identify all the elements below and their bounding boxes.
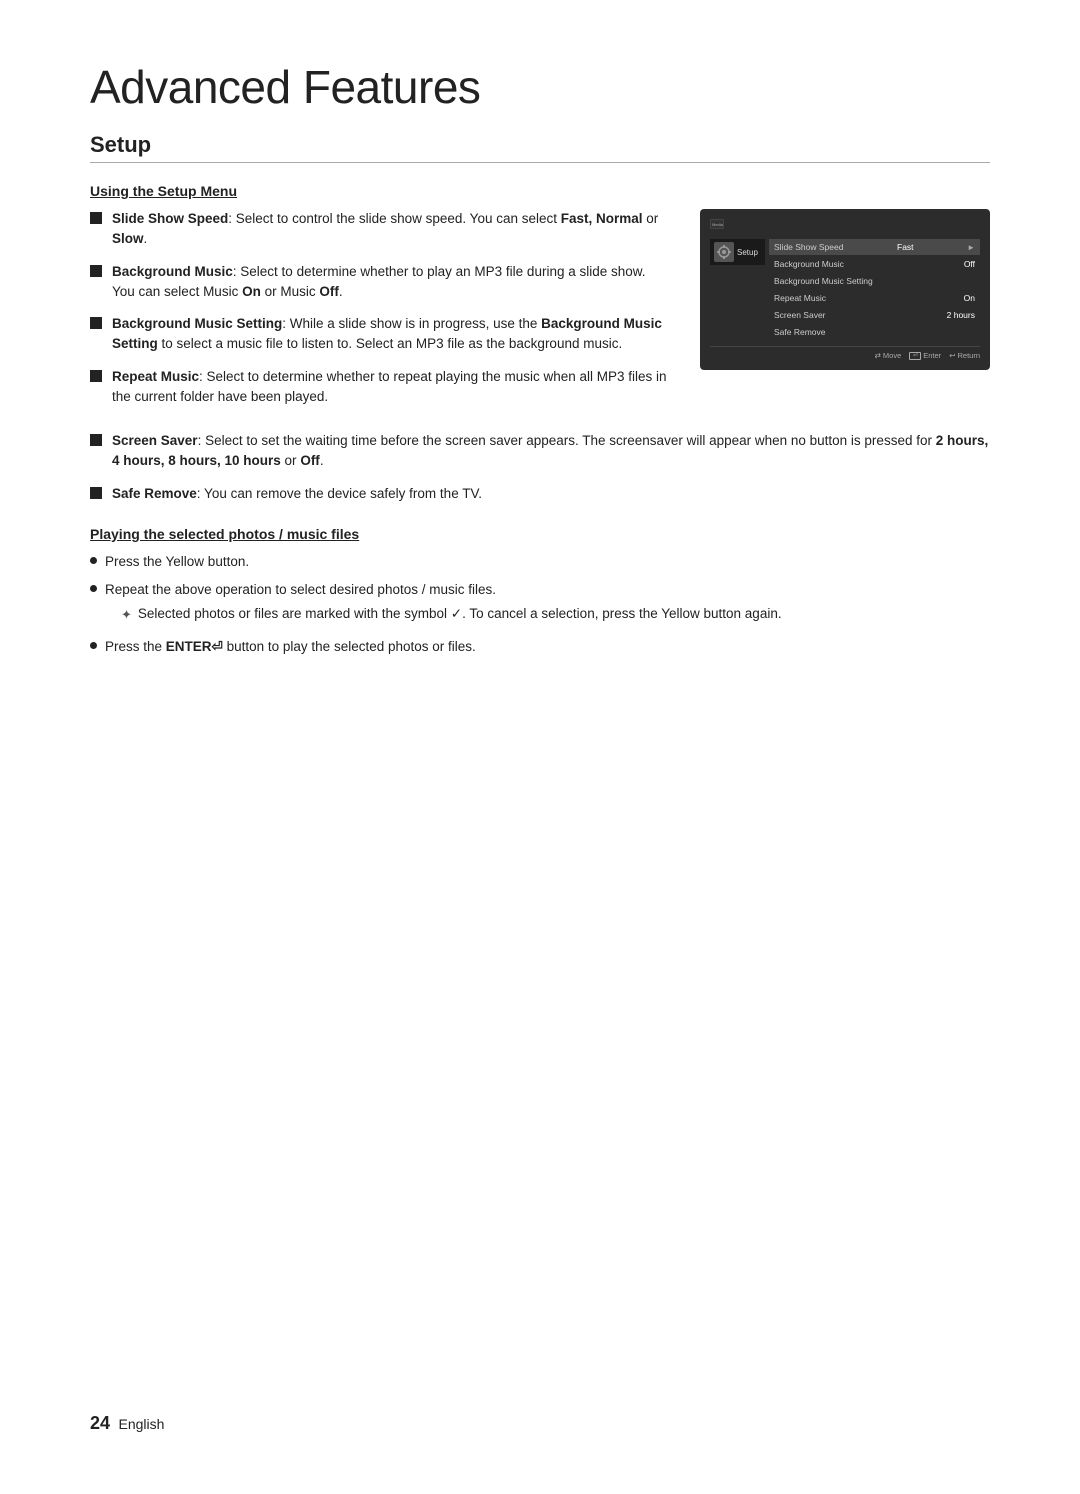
square-bullet <box>90 487 102 499</box>
dot-item-press-enter: Press the ENTER⏎ button to play the sele… <box>90 637 990 657</box>
tv-row-label: Slide Show Speed <box>774 242 843 252</box>
tv-content-area: Setup Slide Show Speed Fast ► Background… <box>710 239 980 341</box>
tv-sidebar-label: Setup <box>737 248 758 257</box>
tv-row-value: 2 hours <box>947 310 975 320</box>
tv-row-value: Off <box>964 259 975 269</box>
tv-main-content: Slide Show Speed Fast ► Background Music… <box>769 239 980 341</box>
tv-row-bg-music: Background Music Off <box>769 256 980 272</box>
tv-row-repeat-music: Repeat Music On <box>769 290 980 306</box>
page-footer: 24 English <box>90 1413 164 1434</box>
list-item-background-music-setting: Background Music Setting: While a slide … <box>90 314 670 355</box>
dot-item-press-yellow: Press the Yellow button. <box>90 552 990 572</box>
tv-footer: ⇄ Move ⏎ Enter ↩ Return <box>710 346 980 360</box>
tv-row-slide-show: Slide Show Speed Fast ► <box>769 239 980 255</box>
square-bullet <box>90 265 102 277</box>
note-line: ✦ Selected photos or files are marked wi… <box>121 604 782 625</box>
page-title: Advanced Features <box>90 60 990 114</box>
dot-text: Press the ENTER⏎ button to play the sele… <box>105 637 476 657</box>
section-heading: Setup <box>90 132 990 163</box>
tv-sidebar-item: Setup <box>710 239 765 265</box>
setup-bullet-list: Slide Show Speed: Select to control the … <box>90 209 670 407</box>
tv-footer-move: ⇄ Move <box>875 351 902 360</box>
page-language: English <box>118 1416 164 1432</box>
tv-footer-return: ↩ Return <box>949 351 980 360</box>
tv-row-label: Screen Saver <box>774 310 826 320</box>
square-bullet <box>90 370 102 382</box>
square-bullet <box>90 317 102 329</box>
tv-header: Media <box>710 219 980 233</box>
svg-text:Media: Media <box>712 222 724 227</box>
list-item-safe-remove: Safe Remove: You can remove the device s… <box>90 484 990 504</box>
tv-row-value: Fast <box>897 242 914 252</box>
return-icon: ↩ <box>949 351 955 360</box>
bullet-text: Safe Remove: You can remove the device s… <box>112 484 990 504</box>
dot-bullet <box>90 557 97 564</box>
dot-bullet <box>90 585 97 592</box>
bullet-text: Screen Saver: Select to set the waiting … <box>112 431 990 472</box>
tv-row-label: Background Music <box>774 259 844 269</box>
tv-footer-enter: ⏎ Enter <box>909 351 941 360</box>
bullet-text: Background Music: Select to determine wh… <box>112 262 670 303</box>
bullet-text: Slide Show Speed: Select to control the … <box>112 209 670 250</box>
dot-item-repeat-operation: Repeat the above operation to select des… <box>90 580 990 629</box>
bullet-text: Background Music Setting: While a slide … <box>112 314 670 355</box>
content-area: Slide Show Speed: Select to control the … <box>90 209 990 419</box>
gear-icon <box>716 244 732 260</box>
extra-bullet-list: Screen Saver: Select to set the waiting … <box>90 431 990 504</box>
tv-sidebar: Setup <box>710 239 765 341</box>
playing-dot-list: Press the Yellow button. Repeat the abov… <box>90 552 990 657</box>
tv-screen: Media <box>700 209 990 370</box>
tv-screen-mockup: Media <box>700 209 990 419</box>
tv-row-arrow-icon: ► <box>967 243 975 252</box>
subsection-heading-setup: Using the Setup Menu <box>90 183 990 199</box>
tv-row-label: Background Music Setting <box>774 276 873 286</box>
list-item-screen-saver: Screen Saver: Select to set the waiting … <box>90 431 990 472</box>
tv-row-safe-remove: Safe Remove <box>769 324 980 340</box>
square-bullet <box>90 434 102 446</box>
tv-row-label: Repeat Music <box>774 293 826 303</box>
list-item-slide-show-speed: Slide Show Speed: Select to control the … <box>90 209 670 250</box>
move-icon: ⇄ <box>875 351 881 360</box>
page-number: 24 <box>90 1413 110 1433</box>
note-icon: ✦ <box>121 605 132 625</box>
subsection-heading-playing: Playing the selected photos / music file… <box>90 526 990 542</box>
page-container: Advanced Features Setup Using the Setup … <box>0 0 1080 745</box>
list-item-background-music: Background Music: Select to determine wh… <box>90 262 670 303</box>
tv-row-screen-saver: Screen Saver 2 hours <box>769 307 980 323</box>
list-item-repeat-music: Repeat Music: Select to determine whethe… <box>90 367 670 408</box>
bullet-text: Repeat Music: Select to determine whethe… <box>112 367 670 408</box>
dot-text: Repeat the above operation to select des… <box>105 580 782 629</box>
enter-icon: ⏎ <box>909 352 921 360</box>
note-text: Selected photos or files are marked with… <box>138 604 782 624</box>
dot-bullet <box>90 642 97 649</box>
tv-row-label: Safe Remove <box>774 327 826 337</box>
tv-row-value: On <box>964 293 975 303</box>
text-column: Slide Show Speed: Select to control the … <box>90 209 670 419</box>
tv-logo-icon: Media <box>710 219 724 229</box>
tv-sidebar-icon <box>714 242 734 262</box>
dot-text: Press the Yellow button. <box>105 552 249 572</box>
square-bullet <box>90 212 102 224</box>
tv-row-bg-music-setting: Background Music Setting <box>769 273 980 289</box>
